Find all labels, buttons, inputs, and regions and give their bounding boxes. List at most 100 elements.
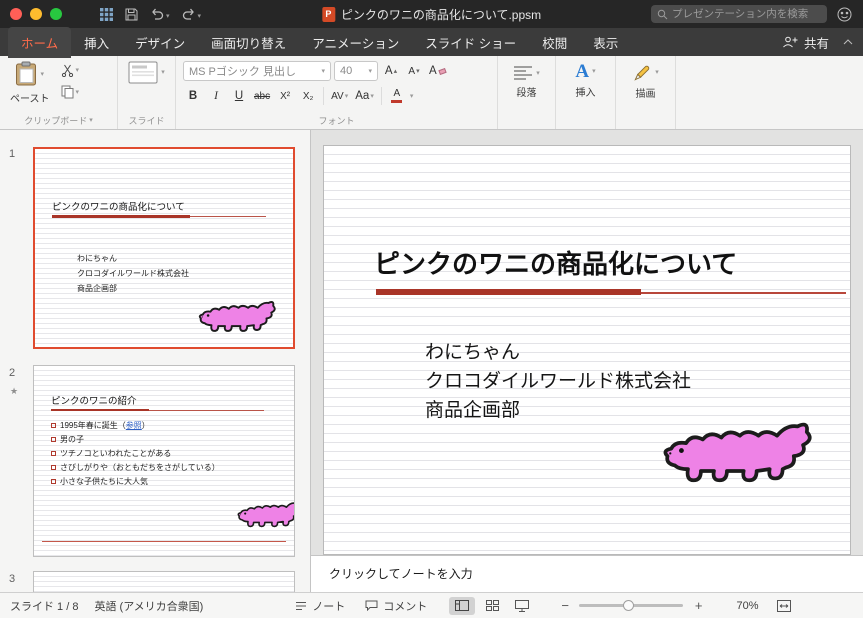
notes-pane[interactable]: クリックしてノートを入力 bbox=[311, 555, 863, 592]
tab-insert[interactable]: 挿入 bbox=[71, 27, 122, 58]
subscript-button[interactable]: X₂ bbox=[298, 86, 318, 106]
tab-review[interactable]: 校閲 bbox=[529, 27, 580, 58]
titlebar: ▾ ▾ P ピンクのワニの商品化について.ppsm bbox=[0, 0, 863, 28]
shrink-font-button[interactable]: A▾ bbox=[404, 61, 424, 81]
strikethrough-button[interactable]: abc bbox=[252, 86, 272, 106]
title-underline-thin bbox=[149, 410, 264, 411]
subtitle-line2: クロコダイルワールド株式会社 bbox=[425, 367, 691, 396]
italic-button[interactable]: I bbox=[206, 86, 226, 106]
zoom-percent[interactable]: 70% bbox=[737, 600, 759, 612]
change-case-label: Aa bbox=[355, 90, 369, 102]
share-person-icon bbox=[782, 36, 798, 48]
font-color-label: A bbox=[394, 89, 401, 99]
zoom-window-button[interactable] bbox=[50, 8, 62, 20]
share-button[interactable]: 共有 bbox=[782, 33, 829, 52]
character-spacing-button[interactable]: AV▾ bbox=[329, 86, 350, 106]
collapse-ribbon-icon[interactable] bbox=[843, 39, 853, 45]
font-size-combo[interactable]: 40 ▾ bbox=[334, 61, 378, 81]
zoom-in-button[interactable]: + bbox=[695, 598, 703, 613]
slide-title-textbox[interactable]: ピンクのワニの商品化について bbox=[374, 244, 737, 281]
font-group-label[interactable]: フォント bbox=[318, 114, 354, 127]
font-name-combo[interactable]: MS Pゴシック 見出し ▾ bbox=[183, 61, 331, 81]
pencil-icon bbox=[632, 63, 652, 82]
search-box[interactable] bbox=[651, 5, 827, 23]
caret-down-icon: ▾ bbox=[536, 70, 540, 77]
undo-button[interactable]: ▾ bbox=[150, 8, 170, 20]
tab-home[interactable]: ホーム bbox=[8, 27, 71, 58]
insert-button[interactable]: A ▾ 挿入 bbox=[572, 62, 598, 99]
notes-placeholder: クリックしてノートを入力 bbox=[329, 567, 473, 581]
bullet-item: ツチノコといわれたことがある bbox=[51, 446, 220, 460]
clipboard-group-label[interactable]: クリップボード bbox=[24, 114, 87, 127]
title-underline-bar bbox=[51, 409, 149, 411]
tab-view[interactable]: 表示 bbox=[580, 27, 631, 58]
apps-grid-icon[interactable] bbox=[100, 8, 113, 21]
slide-group-label[interactable]: スライド bbox=[128, 114, 164, 127]
subtitle-line1: わにちゃん bbox=[425, 338, 691, 367]
caret-down-icon: ▾ bbox=[321, 68, 325, 75]
cut-button[interactable]: ▾ bbox=[61, 64, 80, 77]
thumbnail-slide-3[interactable] bbox=[33, 571, 295, 592]
grid-view-icon bbox=[486, 600, 499, 611]
tab-slideshow[interactable]: スライド ショー bbox=[412, 27, 529, 58]
grow-font-button[interactable]: A▴ bbox=[381, 61, 401, 81]
font-color-button[interactable]: A bbox=[387, 86, 407, 106]
save-icon[interactable] bbox=[125, 8, 138, 21]
slideshow-view-button[interactable] bbox=[509, 597, 535, 615]
language-indicator[interactable]: 英語 (アメリカ合衆国) bbox=[94, 598, 203, 614]
caret-down-icon: ▾ bbox=[161, 69, 165, 76]
close-button[interactable] bbox=[10, 8, 22, 20]
tab-transitions[interactable]: 画面切り替え bbox=[198, 27, 299, 58]
presentation-search-input[interactable] bbox=[672, 8, 821, 20]
tab-animations[interactable]: アニメーション bbox=[299, 27, 412, 58]
caret-down-icon: ▾ bbox=[76, 67, 80, 74]
minimize-button[interactable] bbox=[30, 8, 42, 20]
caret-down-icon: ▾ bbox=[592, 68, 596, 75]
zoom-slider-knob[interactable] bbox=[623, 600, 634, 611]
window-title: P ピンクのワニの商品化について.ppsm bbox=[322, 6, 541, 23]
fit-slide-button[interactable] bbox=[777, 600, 791, 612]
thumbnail-slide-2[interactable]: ピンクのワニの紹介 1995年春に誕生（参照） 男の子 ツチノコといわれたことが… bbox=[33, 365, 295, 557]
notes-toggle[interactable]: ノート bbox=[295, 598, 345, 614]
zoom-slider-track[interactable] bbox=[579, 604, 683, 607]
paste-button[interactable]: ▾ ペースト bbox=[7, 61, 53, 105]
bullet-text: ツチノコといわれたことがある bbox=[60, 448, 171, 459]
feedback-smiley-icon[interactable] bbox=[837, 7, 852, 22]
crocodile-drawing[interactable] bbox=[660, 419, 818, 484]
normal-view-icon bbox=[455, 600, 469, 611]
normal-view-button[interactable] bbox=[449, 597, 475, 615]
caret-down-icon: ▾ bbox=[40, 71, 44, 78]
thumb1-line3: 商品企画部 bbox=[77, 281, 189, 296]
share-label: 共有 bbox=[804, 33, 829, 52]
redo-button[interactable]: ▾ bbox=[182, 8, 202, 20]
caret-down-icon[interactable]: ▾ bbox=[410, 93, 414, 100]
tab-design[interactable]: デザイン bbox=[122, 27, 198, 58]
red-square-bullet-icon bbox=[51, 451, 56, 456]
window-controls bbox=[10, 8, 62, 20]
zoom-out-button[interactable]: − bbox=[561, 598, 569, 613]
reference-link: 参照 bbox=[126, 421, 142, 430]
slide-canvas[interactable]: ピンクのワニの商品化について わにちゃん クロコダイルワールド株式会社 商品企画… bbox=[323, 145, 851, 555]
slide-subtitle-textbox[interactable]: わにちゃん クロコダイルワールド株式会社 商品企画部 bbox=[425, 338, 691, 425]
copy-button[interactable]: ▾ bbox=[61, 85, 80, 99]
paragraph-label: 段落 bbox=[516, 84, 536, 99]
fit-to-window-icon bbox=[777, 600, 791, 612]
change-case-button[interactable]: Aa▾ bbox=[353, 86, 376, 106]
underline-button[interactable]: U bbox=[229, 86, 249, 106]
zoom-slider[interactable] bbox=[579, 604, 683, 607]
superscript-button[interactable]: X² bbox=[275, 86, 295, 106]
paragraph-button[interactable]: ▾ 段落 bbox=[510, 65, 543, 99]
slide-sorter-view-button[interactable] bbox=[479, 597, 505, 615]
insert-group: A ▾ 挿入 bbox=[556, 56, 616, 129]
view-switcher bbox=[449, 597, 535, 615]
thumbnail-slide-1[interactable]: ピンクのワニの商品化について わにちゃん クロコダイルワールド株式会社 商品企画… bbox=[33, 147, 295, 349]
comments-toggle[interactable]: コメント bbox=[365, 598, 427, 614]
bullet-item: 1995年春に誕生（参照） bbox=[51, 418, 220, 432]
new-slide-button[interactable]: ▾ bbox=[125, 61, 168, 84]
draw-button[interactable]: ▾ 描画 bbox=[629, 63, 662, 100]
character-spacing-label: AV bbox=[331, 91, 344, 102]
clear-formatting-button[interactable]: A bbox=[427, 61, 448, 81]
slide-thumbnail-panel: 1 2 ★ 3 ピンクのワニの商品化について わにちゃん クロコダイルワールド株… bbox=[0, 130, 311, 592]
red-square-bullet-icon bbox=[51, 465, 56, 470]
bold-button[interactable]: B bbox=[183, 86, 203, 106]
